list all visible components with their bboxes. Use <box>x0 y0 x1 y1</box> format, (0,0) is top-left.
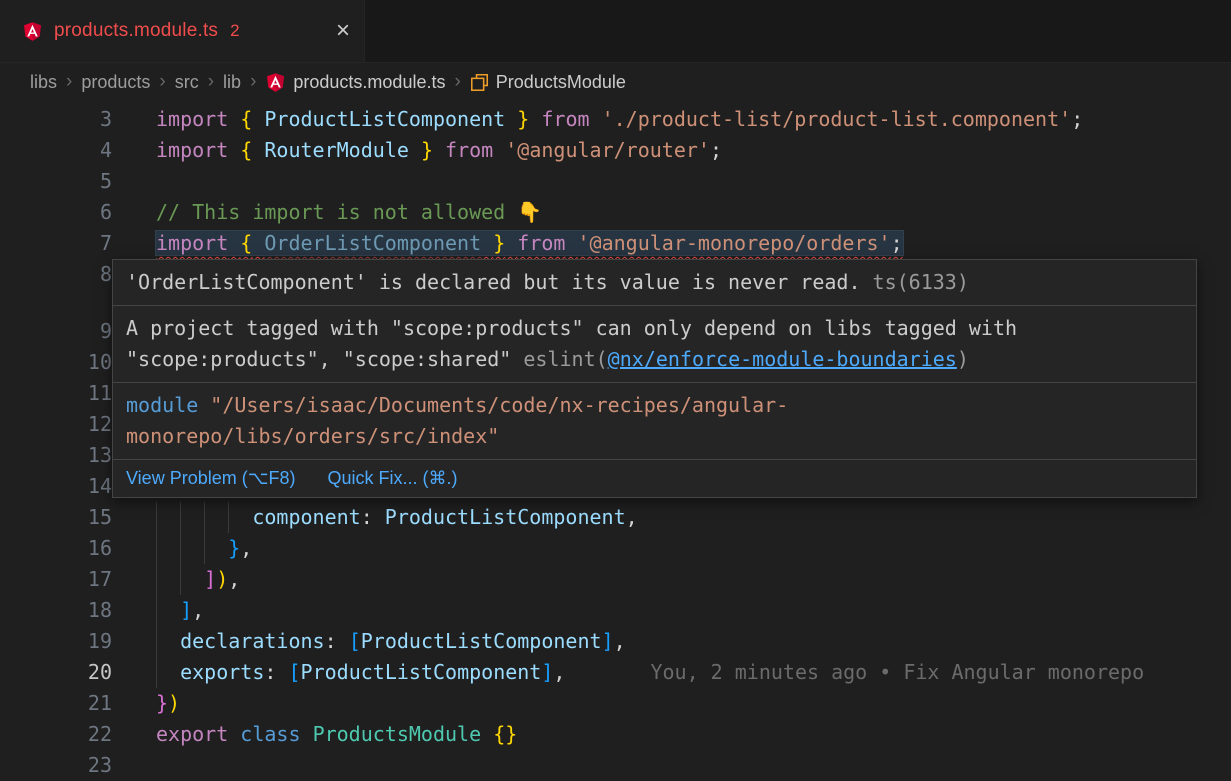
code-line-3: 3import { ProductListComponent } from '.… <box>0 104 1231 135</box>
line-number[interactable]: 21 <box>0 688 156 719</box>
line-number[interactable]: 5 <box>0 166 156 197</box>
git-blame-annotation: You, 2 minutes ago • Fix Angular monorep… <box>650 660 1144 684</box>
angular-icon <box>265 72 286 93</box>
error-hover-popup: 'OrderListComponent' is declared but its… <box>112 259 1197 498</box>
breadcrumb-label: lib <box>223 72 241 93</box>
code-line-6: 6// This import is not allowed 👇 <box>0 197 1231 228</box>
indent-guide <box>180 533 181 564</box>
line-number[interactable]: 18 <box>0 595 156 626</box>
breadcrumb-separator: › <box>159 71 165 93</box>
eslint-rule-link[interactable]: @nx/enforce-module-boundaries <box>608 347 957 371</box>
breadcrumb: libs › products › src › lib › products.module.ts… <box>0 63 1231 101</box>
indent-guide <box>204 533 205 564</box>
code-line-content[interactable]: component: ProductListComponent, <box>156 502 1231 533</box>
hover-action-bar: View Problem (⌥F8) Quick Fix... (⌘.) <box>113 460 1196 497</box>
breadcrumb-item-products-module-ts[interactable]: products.module.ts <box>265 72 445 93</box>
breadcrumb-label: products.module.ts <box>293 72 445 93</box>
line-number[interactable]: 23 <box>0 750 156 781</box>
code-line-content[interactable] <box>156 750 1231 781</box>
tab-title: products.module.ts <box>54 20 218 42</box>
breadcrumb-item-libs[interactable]: libs <box>30 72 57 93</box>
breadcrumb-label: src <box>175 72 199 93</box>
indent-guide <box>156 595 157 626</box>
breadcrumb-label: ProductsModule <box>496 72 626 93</box>
error-squiggle-range: import { OrderListComponent } from '@ang… <box>156 231 903 255</box>
indent-guide <box>204 502 205 533</box>
tab-error-count-badge: 2 <box>230 21 239 41</box>
code-line-21: 21}) <box>0 688 1231 719</box>
line-number[interactable]: 6 <box>0 197 156 228</box>
hover-section-module-info: module "/Users/isaac/Documents/code/nx-r… <box>113 383 1196 460</box>
code-line-content[interactable]: declarations: [ProductListComponent], <box>156 626 1231 657</box>
indent-guide <box>228 502 229 533</box>
line-number[interactable]: 7 <box>0 228 156 259</box>
hover-section-ts-error: 'OrderListComponent' is declared but its… <box>113 260 1196 306</box>
hover-text-line: 'OrderListComponent' is declared but its… <box>126 267 1183 298</box>
angular-icon <box>22 21 43 42</box>
breadcrumb-label: libs <box>30 72 57 93</box>
line-number[interactable]: 22 <box>0 719 156 750</box>
breadcrumb-separator: › <box>250 71 256 93</box>
indent-guide <box>156 533 157 564</box>
code-line-23: 23 <box>0 750 1231 781</box>
indent-guide <box>156 564 157 595</box>
code-line-content[interactable]: import { RouterModule } from '@angular/r… <box>156 135 1231 166</box>
code-line-15: 15 component: ProductListComponent, <box>0 502 1231 533</box>
indent-guide <box>180 502 181 533</box>
code-line-22: 22export class ProductsModule {} <box>0 719 1231 750</box>
line-number[interactable]: 17 <box>0 564 156 595</box>
code-line-content[interactable]: exports: [ProductListComponent],You, 2 m… <box>156 657 1231 688</box>
class-symbol-icon <box>470 73 489 92</box>
indent-guide <box>156 626 157 657</box>
tab-close-icon[interactable]: × <box>336 19 350 43</box>
code-line-20: 20 exports: [ProductListComponent],You, … <box>0 657 1231 688</box>
code-line-content[interactable]: }) <box>156 688 1231 719</box>
code-line-7: 7import { OrderListComponent } from '@an… <box>0 228 1231 259</box>
code-line-content[interactable] <box>156 166 1231 197</box>
breadcrumb-item-lib[interactable]: lib <box>223 72 241 93</box>
code-line-content[interactable]: import { OrderListComponent } from '@ang… <box>156 228 1231 259</box>
line-number[interactable]: 3 <box>0 104 156 135</box>
code-line-content[interactable]: ]), <box>156 564 1231 595</box>
breadcrumb-item-src[interactable]: src <box>175 72 199 93</box>
hover-text-line: A project tagged with "scope:products" c… <box>126 313 1183 344</box>
code-line-16: 16 }, <box>0 533 1231 564</box>
breadcrumb-label: products <box>81 72 150 93</box>
line-number[interactable]: 19 <box>0 626 156 657</box>
breadcrumb-item-productsmodule[interactable]: ProductsModule <box>470 72 626 93</box>
code-line-content[interactable]: }, <box>156 533 1231 564</box>
code-line-content[interactable]: ], <box>156 595 1231 626</box>
indent-guide <box>180 564 181 595</box>
code-line-content[interactable]: // This import is not allowed 👇 <box>156 197 1231 228</box>
breadcrumb-separator: › <box>208 71 214 93</box>
line-number[interactable]: 20 <box>0 657 156 688</box>
breadcrumb-item-products[interactable]: products <box>81 72 150 93</box>
line-number[interactable]: 4 <box>0 135 156 166</box>
tab-bar: products.module.ts 2 × <box>0 0 1231 63</box>
breadcrumb-separator: › <box>454 71 460 93</box>
indent-guide <box>156 657 157 688</box>
hover-section-eslint-error: A project tagged with "scope:products" c… <box>113 306 1196 383</box>
hover-text-line: module "/Users/isaac/Documents/code/nx-r… <box>126 390 1183 421</box>
breadcrumb-separator: › <box>66 71 72 93</box>
code-line-17: 17 ]), <box>0 564 1231 595</box>
hover-text-line: monorepo/libs/orders/src/index" <box>126 421 1183 452</box>
indent-guide <box>156 502 157 533</box>
code-line-4: 4import { RouterModule } from '@angular/… <box>0 135 1231 166</box>
code-line-18: 18 ], <box>0 595 1231 626</box>
line-number[interactable]: 15 <box>0 502 156 533</box>
quick-fix-action[interactable]: Quick Fix... (⌘.) <box>327 466 457 491</box>
code-editor: 3import { ProductListComponent } from '.… <box>0 101 1231 781</box>
code-line-content[interactable]: import { ProductListComponent } from './… <box>156 104 1231 135</box>
code-line-5: 5 <box>0 166 1231 197</box>
tab-products-module-ts[interactable]: products.module.ts 2 × <box>0 0 365 62</box>
code-line-19: 19 declarations: [ProductListComponent], <box>0 626 1231 657</box>
code-line-content[interactable]: export class ProductsModule {} <box>156 719 1231 750</box>
line-number[interactable]: 16 <box>0 533 156 564</box>
view-problem-action[interactable]: View Problem (⌥F8) <box>126 466 295 491</box>
hover-text-line: "scope:products", "scope:shared" eslint(… <box>126 344 1183 375</box>
